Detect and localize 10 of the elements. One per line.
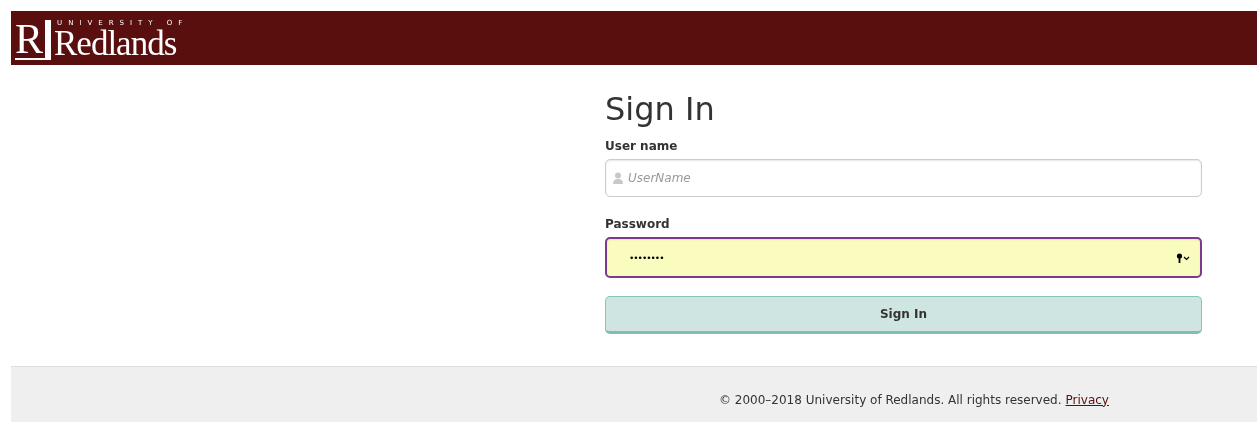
copyright-text: © 2000–2018 University of Redlands. All rights reserved. [719,392,1062,407]
sign-in-button[interactable]: Sign In [605,296,1202,334]
key-icon[interactable] [1176,253,1192,263]
field-label: User name [605,139,679,153]
user-icon [613,172,623,184]
password-field[interactable]: •••••••• [605,237,1202,278]
page-title: Sign In [605,89,716,129]
privacy-link[interactable]: Privacy [1065,392,1109,407]
username-field[interactable]: UserName [605,159,1202,197]
field-label: Password [605,217,671,231]
